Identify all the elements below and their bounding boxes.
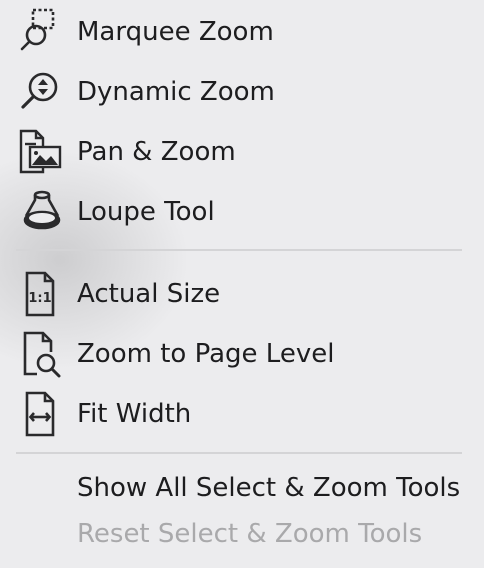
zoom-page-level-icon: [14, 330, 66, 378]
marquee-zoom-icon: [14, 8, 66, 56]
svg-text:1:1: 1:1: [28, 291, 51, 306]
menu-item-label: Loupe Tool: [77, 197, 215, 227]
menu-item-show-all-tools[interactable]: Show All Select & Zoom Tools: [0, 462, 484, 514]
menu-separator: [16, 249, 462, 251]
menu-item-label: Fit Width: [77, 399, 192, 429]
menu-item-label: Dynamic Zoom: [77, 77, 275, 107]
menu-item-label: Actual Size: [77, 279, 221, 309]
loupe-tool-icon: [14, 188, 66, 236]
menu-separator: [16, 452, 462, 454]
menu-item-label: Pan & Zoom: [77, 137, 236, 167]
menu-item-zoom-to-page-level[interactable]: Zoom to Page Level: [0, 328, 484, 380]
menu-item-actual-size[interactable]: 1:1 Actual Size: [0, 268, 484, 320]
menu-item-reset-tools: Reset Select & Zoom Tools: [0, 508, 484, 560]
menu-item-loupe-tool[interactable]: Loupe Tool: [0, 186, 484, 238]
actual-size-icon: 1:1: [14, 270, 66, 318]
zoom-tools-menu: Marquee Zoom Dynamic Zoom Pan & Zoom Lou…: [0, 0, 484, 568]
menu-item-marquee-zoom[interactable]: Marquee Zoom: [0, 6, 484, 58]
menu-item-label: Zoom to Page Level: [77, 339, 335, 369]
menu-item-fit-width[interactable]: Fit Width: [0, 388, 484, 440]
menu-item-label: Show All Select & Zoom Tools: [77, 473, 461, 503]
pan-zoom-icon: [14, 128, 66, 176]
fit-width-icon: [14, 390, 66, 438]
menu-item-label: Marquee Zoom: [77, 17, 274, 47]
menu-item-label: Reset Select & Zoom Tools: [77, 519, 423, 549]
menu-item-dynamic-zoom[interactable]: Dynamic Zoom: [0, 66, 484, 118]
menu-item-pan-zoom[interactable]: Pan & Zoom: [0, 126, 484, 178]
dynamic-zoom-icon: [14, 68, 66, 116]
